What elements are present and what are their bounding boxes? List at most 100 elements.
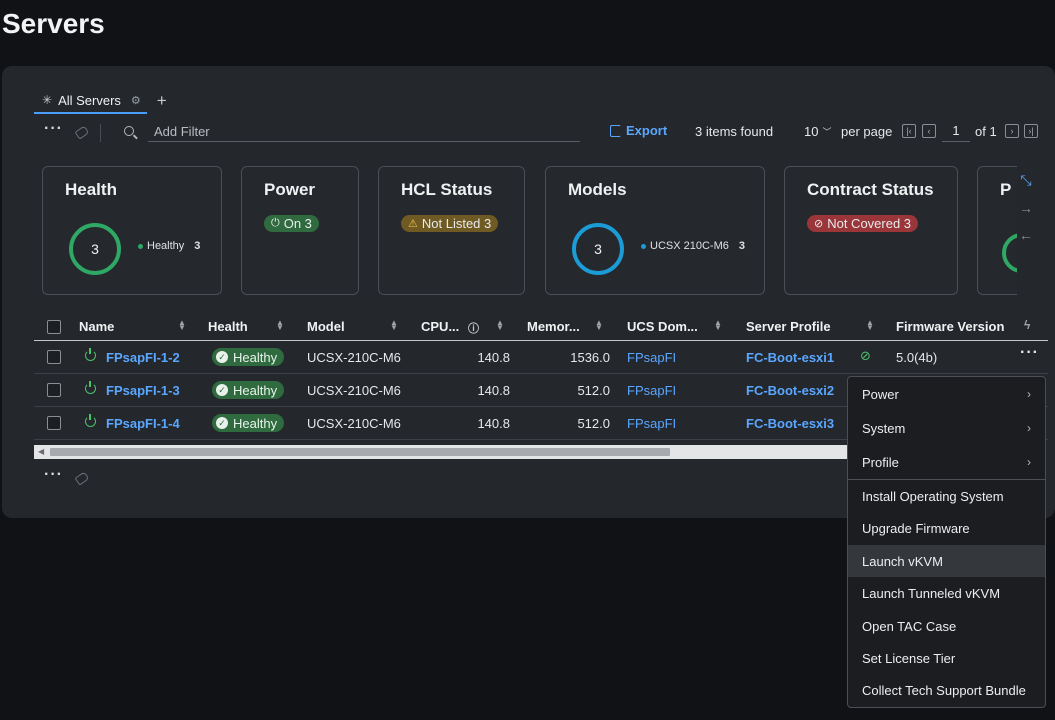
server-profile-link[interactable]: FC-Boot-esxi1: [746, 350, 834, 365]
col-memory[interactable]: Memor...: [527, 319, 580, 334]
menu-item-launch-vkvm[interactable]: Launch vKVM: [848, 545, 1045, 577]
toolbar: ··· Export 3 items found 10 ﹀ per page |…: [42, 120, 1042, 144]
row-actions-icon[interactable]: ···: [1020, 344, 1039, 362]
chevron-right-icon: ›: [1027, 387, 1031, 401]
column-settings-icon[interactable]: ϟ: [1024, 318, 1030, 332]
ucs-domain-link[interactable]: FPsapFI: [627, 350, 676, 365]
row-checkbox[interactable]: [47, 416, 61, 430]
collapse-icon[interactable]: ⤡: [1014, 172, 1038, 189]
legend-dot: [138, 243, 143, 249]
check-icon: ✓: [216, 417, 228, 429]
last-page-button[interactable]: ›|: [1024, 124, 1038, 138]
menu-item-profile[interactable]: Profile ›: [848, 446, 1045, 478]
sort-icon[interactable]: ▲ ▼: [390, 319, 398, 332]
menu-item-set-license-tier[interactable]: Set License Tier: [848, 642, 1045, 674]
prev-page-button[interactable]: ‹: [922, 124, 936, 138]
models-donut[interactable]: 3: [572, 223, 624, 275]
tag-icon[interactable]: [74, 125, 90, 140]
sort-icon[interactable]: ▲ ▼: [595, 319, 603, 332]
server-name-link[interactable]: FPsapFI-1-4: [106, 416, 180, 431]
server-name-link[interactable]: FPsapFI-1-2: [106, 350, 180, 365]
add-tab-icon[interactable]: +: [157, 91, 167, 111]
table-row[interactable]: FPsapFI-1-2 ✓ Healthy UCSX-210C-M6 140.8 …: [34, 341, 1048, 374]
power-on-icon: [85, 348, 96, 361]
col-name[interactable]: Name: [79, 319, 114, 334]
chevron-right-icon: ›: [1027, 421, 1031, 435]
row-checkbox[interactable]: [47, 350, 61, 364]
export-button[interactable]: Export: [610, 123, 667, 138]
firmware-cell: 5.0(4b): [896, 350, 938, 365]
models-legend[interactable]: UCSX 210C-M6 3: [641, 240, 745, 252]
power-card[interactable]: Power ⏻ On 3: [241, 166, 359, 295]
ucs-domain-link[interactable]: FPsapFI: [627, 383, 676, 398]
scroll-left-icon[interactable]: ◀: [38, 447, 44, 456]
page-number-input[interactable]: 1: [942, 122, 970, 142]
memory-cell: 512.0: [577, 383, 610, 398]
menu-item-upgrade-firmware[interactable]: Upgrade Firmware: [848, 512, 1045, 544]
memory-cell: 512.0: [577, 416, 610, 431]
arrow-right-icon[interactable]: →: [1014, 200, 1038, 216]
models-card[interactable]: Models 3 UCSX 210C-M6 3: [545, 166, 765, 295]
partial-card[interactable]: P: [977, 166, 1017, 295]
sort-icon[interactable]: ▲ ▼: [866, 319, 874, 332]
health-card[interactable]: Health 3 Healthy 3: [42, 166, 222, 295]
sort-icon[interactable]: ▲ ▼: [276, 319, 284, 332]
power-on-pill[interactable]: ⏻ On 3: [264, 215, 319, 232]
sort-icon[interactable]: ▲ ▼: [714, 319, 722, 332]
sort-icon[interactable]: ▲ ▼: [178, 319, 186, 332]
not-listed-pill[interactable]: ⚠ Not Listed 3: [401, 215, 499, 232]
more-actions-icon[interactable]: ···: [44, 120, 63, 138]
menu-item-launch-tunneled-vkvm[interactable]: Launch Tunneled vKVM: [848, 577, 1045, 609]
ucs-domain-link[interactable]: FPsapFI: [627, 416, 676, 431]
col-ucs-domain[interactable]: UCS Dom...: [627, 319, 698, 334]
scrollbar-thumb[interactable]: [50, 448, 670, 456]
health-legend[interactable]: Healthy 3: [138, 240, 200, 252]
bottom-more-actions-icon[interactable]: ···: [44, 466, 63, 484]
health-badge: ✓ Healthy: [212, 414, 285, 432]
search-icon: [124, 126, 134, 136]
model-cell: UCSX-210C-M6: [307, 350, 401, 365]
menu-item-system[interactable]: System ›: [848, 412, 1045, 444]
menu-item-collect-tech-support[interactable]: Collect Tech Support Bundle: [848, 674, 1045, 706]
chevron-down-icon: ﹀: [822, 127, 832, 137]
server-name-link[interactable]: FPsapFI-1-3: [106, 383, 180, 398]
first-page-button[interactable]: |‹: [902, 124, 916, 138]
gear-icon[interactable]: ⚙: [131, 94, 141, 107]
col-cpu[interactable]: CPU...: [421, 319, 459, 334]
per-page-select[interactable]: 10 ﹀: [804, 124, 831, 139]
legend-dot: [641, 243, 646, 249]
not-covered-pill[interactable]: ⊘ Not Covered 3: [807, 215, 919, 232]
next-page-button[interactable]: ›: [1005, 124, 1019, 138]
row-context-menu: Power › System › Profile › Install Operatin…: [847, 376, 1046, 708]
server-profile-link[interactable]: FC-Boot-esxi3: [746, 416, 834, 431]
col-model[interactable]: Model: [307, 319, 345, 334]
filter-input[interactable]: [148, 122, 580, 142]
sort-icon[interactable]: ▲ ▼: [496, 319, 504, 332]
tab-label: All Servers: [58, 92, 121, 108]
server-profile-link[interactable]: FC-Boot-esxi2: [746, 383, 834, 398]
power-on-icon: [85, 381, 96, 394]
col-firmware-version[interactable]: Firmware Version: [896, 319, 1004, 334]
bottom-tag-icon[interactable]: [74, 471, 90, 486]
col-server-profile[interactable]: Server Profile: [746, 319, 831, 334]
horizontal-scrollbar[interactable]: ◀: [34, 445, 850, 459]
menu-item-power[interactable]: Power ›: [848, 378, 1045, 410]
col-health[interactable]: Health: [208, 319, 248, 334]
items-found: 3 items found: [695, 124, 774, 139]
card-nav: ⤡ → ←: [1014, 172, 1038, 254]
select-all-checkbox[interactable]: [47, 320, 61, 334]
model-cell: UCSX-210C-M6: [307, 383, 401, 398]
cpu-cell: 140.8: [477, 350, 510, 365]
health-donut[interactable]: 3: [69, 223, 121, 275]
hcl-status-card[interactable]: HCL Status ⚠ Not Listed 3: [378, 166, 525, 295]
arrow-left-icon[interactable]: ←: [1014, 227, 1038, 243]
info-icon[interactable]: ⓘ: [468, 320, 479, 336]
menu-item-open-tac-case[interactable]: Open TAC Case: [848, 610, 1045, 642]
tab-all-servers[interactable]: ✳ All Servers ⚙: [34, 88, 147, 114]
cpu-cell: 140.8: [477, 383, 510, 398]
row-checkbox[interactable]: [47, 383, 61, 397]
health-badge: ✓ Healthy: [212, 348, 285, 366]
contract-status-card[interactable]: Contract Status ⊘ Not Covered 3: [784, 166, 958, 295]
menu-item-install-os[interactable]: Install Operating System: [848, 480, 1045, 512]
export-icon: [610, 124, 621, 137]
